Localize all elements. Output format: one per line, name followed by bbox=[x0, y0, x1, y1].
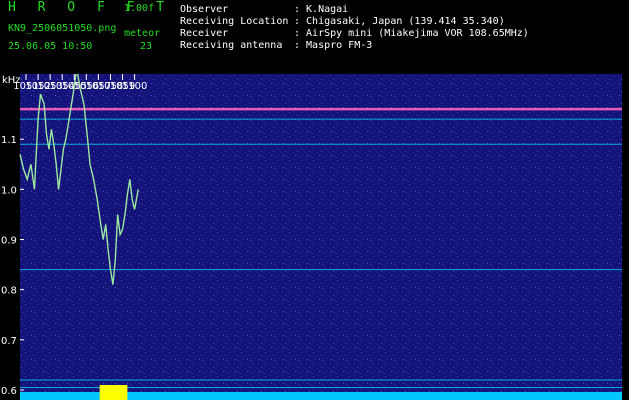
y-tick-label: 0.9 bbox=[1, 236, 17, 247]
x-tick-label: 1100 bbox=[122, 81, 147, 92]
file-name: KN9_2506051050.png bbox=[8, 23, 117, 34]
observer-value: : K.Nagai bbox=[294, 4, 349, 15]
plot-background bbox=[20, 74, 622, 400]
receiver-value: : AirSpy mini (Miakejima VOR 108.65MHz) bbox=[294, 28, 529, 39]
observer-label: Observer bbox=[180, 4, 229, 15]
y-tick-label: 0.8 bbox=[1, 286, 17, 297]
header-panel: H R O F F T 1.00f KN9_2506051050.png met… bbox=[0, 0, 629, 74]
antenna-label: Receiving antenna bbox=[180, 40, 283, 51]
receiver-label: Receiver bbox=[180, 28, 229, 39]
timestamp: 25.06.05 10:50 bbox=[8, 41, 93, 52]
antenna-value: : Maspro FM-3 bbox=[294, 40, 373, 51]
y-tick-label: 1.0 bbox=[1, 185, 17, 196]
baseline-strip-yellow bbox=[99, 385, 128, 400]
y-tick-label: 1.1 bbox=[1, 135, 17, 146]
y-tick-label: 0.6 bbox=[1, 386, 17, 397]
y-axis-label: kHz bbox=[2, 75, 21, 86]
spectrogram-plot: 1051 1052 1053 1054 1055 1056 1057 1058 1059 1100… bbox=[0, 74, 629, 400]
meteor-label: meteor bbox=[124, 28, 161, 39]
app-version: 1.00f bbox=[124, 3, 155, 14]
location-label: Receiving Location bbox=[180, 16, 289, 27]
y-tick-label: 0.7 bbox=[1, 336, 17, 347]
location-value: : Chigasaki, Japan (139.414 35.340) bbox=[294, 16, 505, 27]
spectrogram-chart: 1051105210531054105510561057105810591100… bbox=[1, 74, 622, 400]
meteor-count: 23 bbox=[140, 41, 153, 52]
